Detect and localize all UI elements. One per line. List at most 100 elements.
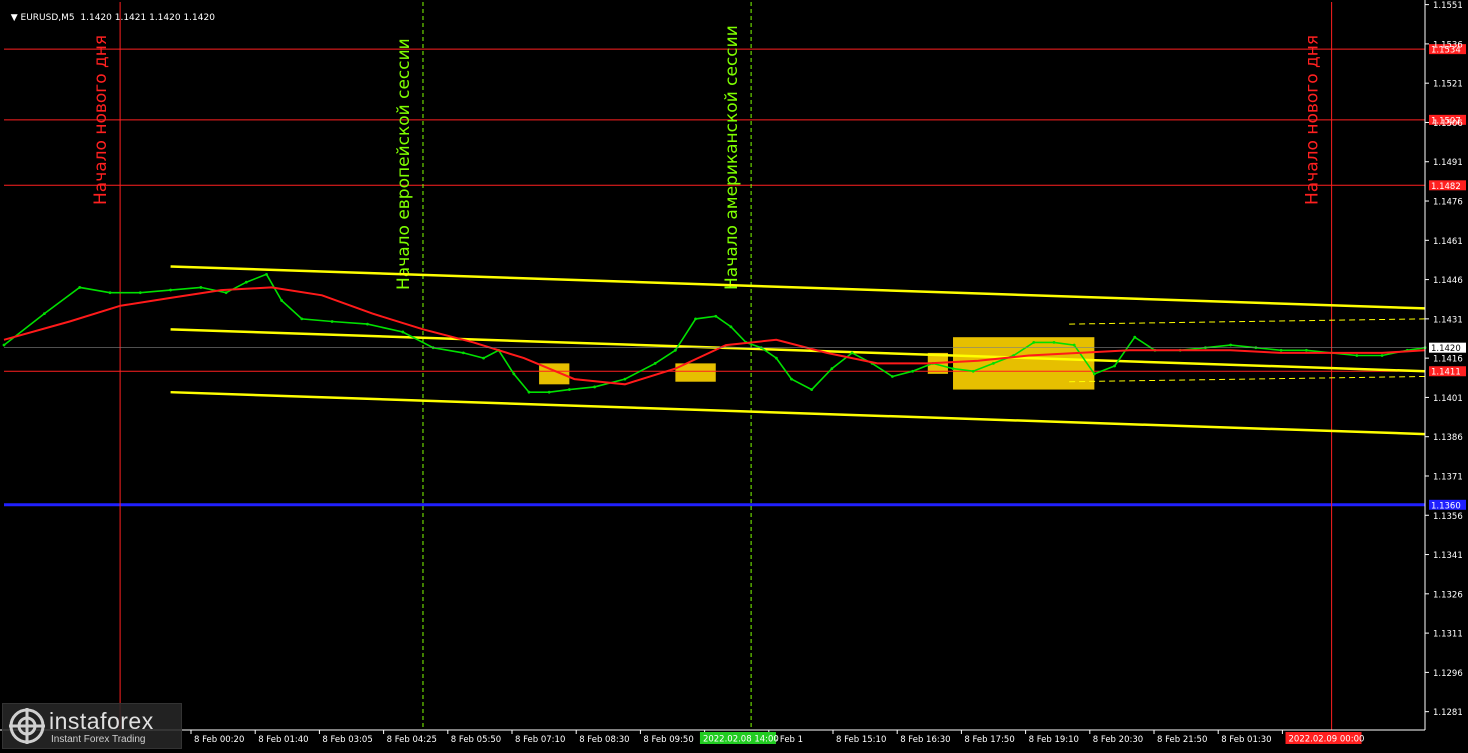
symbol-label: EURUSD,M5 <box>20 13 75 23</box>
x-tick-label: 8 Feb 01:30 <box>1221 735 1271 745</box>
price-point <box>108 291 112 295</box>
level-price-label: 1.1360 <box>1431 501 1461 511</box>
price-point <box>891 375 894 378</box>
time-badge-label: 2022.02.09 00:00 <box>1289 735 1365 745</box>
session-marker-label: Начало нового дня <box>1303 35 1323 205</box>
y-tick-label: 1.1551 <box>1433 1 1463 11</box>
price-point <box>1279 348 1283 352</box>
price-point <box>1229 343 1233 347</box>
x-tick-label: 8 Feb 19:10 <box>1029 735 1079 745</box>
x-tick-label: 8 Feb 05:50 <box>451 735 501 745</box>
time-badge-label: 2022.02.08 14:00 <box>703 735 779 745</box>
price-point <box>729 325 733 329</box>
x-tick-label: 8 Feb 08:30 <box>579 735 629 745</box>
y-tick-label: 1.1326 <box>1433 590 1463 600</box>
level-price-label: 1.1482 <box>1431 182 1461 192</box>
x-tick-label: 8 Feb 16:30 <box>900 735 950 745</box>
price-point <box>78 286 82 289</box>
price-point <box>1032 341 1036 344</box>
x-tick-label: 8 Feb 09:50 <box>643 735 693 745</box>
session-marker-label: Начало нового дня <box>91 35 111 205</box>
price-point <box>830 367 834 371</box>
price-point <box>2 343 6 347</box>
price-point <box>527 390 531 394</box>
y-tick-label: 1.1401 <box>1433 394 1463 404</box>
price-point <box>1355 354 1359 357</box>
price-point <box>911 369 915 373</box>
price-point <box>280 299 284 302</box>
price-point <box>1072 343 1076 347</box>
price-point <box>971 369 975 373</box>
x-tick-label: 8 Feb 07:10 <box>515 735 565 745</box>
price-point <box>991 361 995 365</box>
price-point <box>401 330 405 334</box>
y-tick-label: 1.1461 <box>1433 237 1463 247</box>
price-point <box>714 314 718 318</box>
price-point <box>512 372 516 376</box>
session-marker-label: Начало американской сессии <box>722 25 742 290</box>
price-point <box>673 348 677 352</box>
price-point <box>330 320 334 323</box>
session-marker-label: Начало европейской сессии <box>394 38 414 290</box>
price-point <box>1133 335 1137 339</box>
watermark-tagline: Instant Forex Trading <box>51 734 146 745</box>
price-point <box>774 356 778 360</box>
ohlc-values: 1.1420 1.1421 1.1420 1.1420 <box>80 13 215 23</box>
y-tick-label: 1.1416 <box>1433 355 1463 365</box>
level-price-label: 1.1411 <box>1431 368 1461 378</box>
y-tick-label: 1.1341 <box>1433 551 1463 561</box>
price-point <box>1113 364 1116 368</box>
chart-header: ▼ EURUSD,M5 1.1420 1.1421 1.1420 1.1420 <box>5 3 215 23</box>
y-tick-label: 1.1446 <box>1433 276 1463 286</box>
y-tick-label: 1.1386 <box>1433 433 1463 443</box>
x-tick-label: 8 Feb 00:20 <box>194 735 244 745</box>
chart-canvas[interactable]: 1.15341.15071.14821.14111.1360Начало нов… <box>0 0 1468 749</box>
price-point <box>300 317 304 321</box>
menu-triangle-icon[interactable]: ▼ <box>11 13 21 23</box>
x-tick-label: 8 Feb 01:40 <box>258 735 308 745</box>
price-point <box>42 312 46 316</box>
price-point <box>810 388 814 391</box>
price-point <box>653 361 657 365</box>
price-point <box>244 280 248 284</box>
y-tick-label: 1.1506 <box>1433 119 1463 129</box>
price-point <box>850 351 854 355</box>
price-point <box>567 388 571 391</box>
price-point <box>1304 348 1308 352</box>
y-tick-label: 1.1431 <box>1433 315 1463 325</box>
price-point <box>694 317 697 321</box>
y-tick-label: 1.1491 <box>1433 158 1463 168</box>
price-point <box>265 272 268 276</box>
price-point <box>593 385 597 389</box>
price-point <box>1380 354 1384 357</box>
x-tick-label: 8 Feb 17:50 <box>964 735 1014 745</box>
price-point <box>366 322 369 326</box>
price-point <box>482 356 485 360</box>
price-point <box>1052 341 1056 344</box>
price-point <box>1092 372 1096 376</box>
price-chart[interactable]: 1.1534 1.1507 1.1482 1.1411 1.1360 Начало нов… <box>0 0 1468 749</box>
current-price-label: 1.1420 <box>1431 344 1461 354</box>
price-point <box>138 291 142 295</box>
price-point <box>461 351 465 355</box>
y-tick-label: 1.1536 <box>1433 40 1463 50</box>
price-point <box>169 288 172 292</box>
y-tick-label: 1.1521 <box>1433 80 1463 90</box>
price-point <box>951 367 955 371</box>
x-tick-label: 8 Feb 04:25 <box>387 735 437 745</box>
x-tick-label: 8 Feb 21:50 <box>1157 735 1207 745</box>
y-tick-label: 1.1311 <box>1433 630 1463 640</box>
price-point <box>623 377 627 381</box>
price-point <box>224 291 228 295</box>
y-tick-label: 1.1296 <box>1433 669 1463 679</box>
y-tick-label: 1.1476 <box>1433 198 1463 208</box>
price-point <box>790 377 793 381</box>
instaforex-watermark: instaforex Instant Forex Trading <box>2 703 182 749</box>
y-tick-label: 1.1371 <box>1433 472 1463 482</box>
instaforex-logo-icon <box>9 708 45 744</box>
x-tick-label: 8 Feb 15:10 <box>836 735 886 745</box>
y-tick-label: 1.1356 <box>1433 512 1463 522</box>
y-tick-label: 1.1281 <box>1433 708 1463 718</box>
watermark-name: instaforex <box>49 708 154 734</box>
price-point <box>199 286 203 289</box>
